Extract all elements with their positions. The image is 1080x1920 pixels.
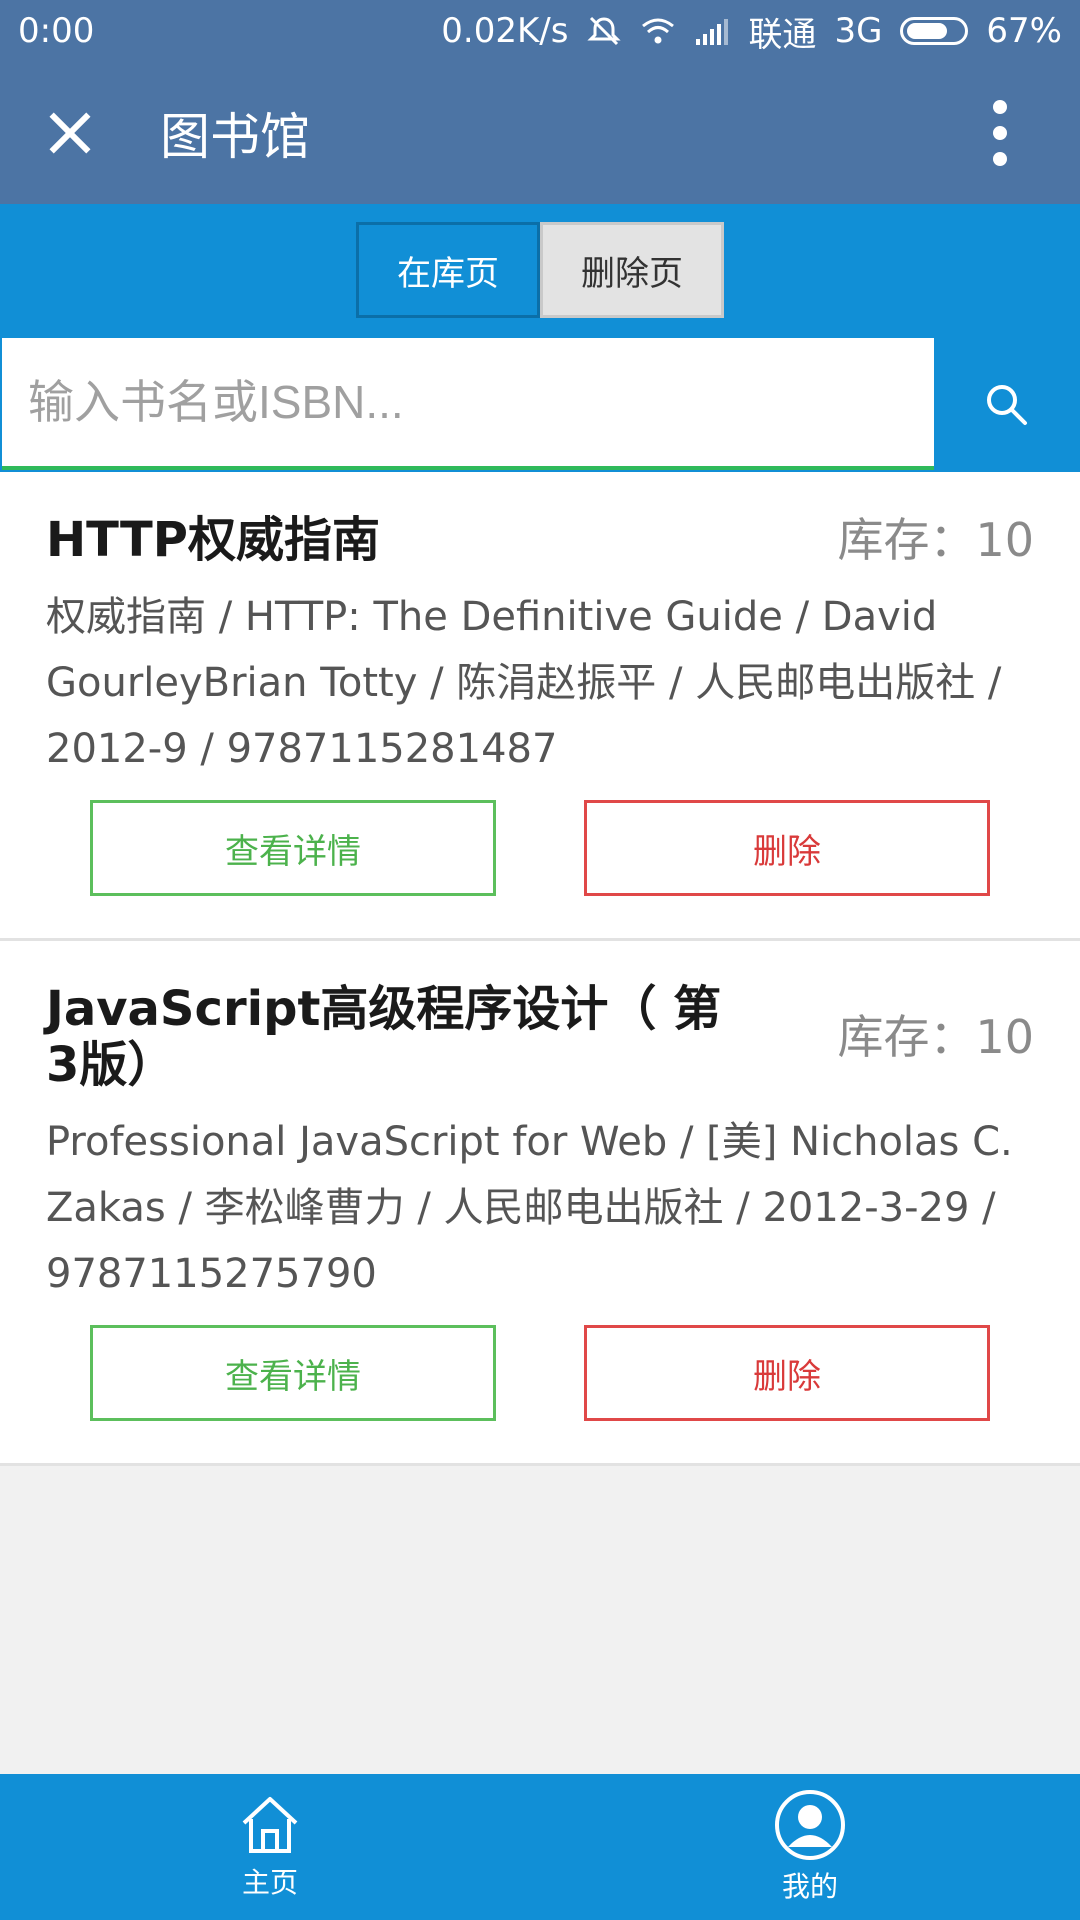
carrier-name: 联通 [748,14,817,55]
book-info: 权威指南 / HTTP: The Definitive Guide / Davi… [46,594,1002,772]
stock-label: 库存： [837,1010,976,1064]
book-actions: 查看详情 删除 [46,800,1034,896]
battery-icon [900,17,969,45]
book-list: HTTP权威指南 库存：10 权威指南 / HTTP: The Definiti… [0,472,1080,1466]
book-actions: 查看详情 删除 [46,1325,1034,1421]
title-bar: 图书馆 [0,62,1080,204]
book-title: HTTP权威指南 [46,512,380,568]
close-icon[interactable] [40,103,100,163]
search-icon [987,385,1027,425]
more-vert-icon[interactable] [990,100,1010,166]
stock-count: 库存：10 [837,1009,1034,1065]
status-right: 0.02K/s 联通 3G 67% [441,7,1062,56]
network-type: 3G [834,11,883,51]
view-details-button[interactable]: 查看详情 [90,800,496,896]
book-title: JavaScript高级程序设计（ 第3版） [46,981,722,1093]
search-input[interactable] [2,338,934,470]
book-info: Professional JavaScript for Web / [美] Ni… [46,1119,1013,1297]
stock-count: 库存：10 [837,512,1034,568]
network-speed: 0.02K/s [441,11,569,51]
book-card: HTTP权威指南 库存：10 权威指南 / HTTP: The Definiti… [0,472,1080,941]
bottom-nav: 主页 我的 [0,1774,1080,1920]
status-time: 0:00 [18,11,95,51]
nav-item-home[interactable]: 主页 [0,1774,540,1920]
book-header: JavaScript高级程序设计（ 第3版） 库存：10 [46,981,1034,1093]
stock-label: 库存： [837,513,976,567]
tab-deleted[interactable]: 删除页 [540,222,724,318]
delete-button[interactable]: 删除 [584,1325,990,1421]
book-header: HTTP权威指南 库存：10 [46,512,1034,568]
wifi-icon [642,18,675,44]
page-title: 图书馆 [160,108,310,166]
tab-in-stock[interactable]: 在库页 [356,222,540,318]
nav-label-mine: 我的 [781,1870,838,1903]
delete-button[interactable]: 删除 [584,800,990,896]
stock-value: 10 [975,513,1034,567]
signal-icon [696,19,729,45]
nav-item-mine[interactable]: 我的 [540,1774,1080,1920]
home-icon [242,1797,298,1853]
view-details-button[interactable]: 查看详情 [90,1325,496,1421]
nav-label-home: 主页 [241,1866,298,1899]
mute-alarm-icon [587,16,622,46]
stock-value: 10 [975,1010,1034,1064]
book-card: JavaScript高级程序设计（ 第3版） 库存：10 Professiona… [0,941,1080,1466]
search-bar [0,336,1080,472]
user-icon [775,1790,845,1860]
battery-level: 67% [986,11,1062,51]
tab-bar: 在库页 删除页 [0,204,1080,336]
status-bar: 0:00 0.02K/s 联通 3G 67% [0,0,1080,62]
search-button[interactable] [934,336,1078,472]
